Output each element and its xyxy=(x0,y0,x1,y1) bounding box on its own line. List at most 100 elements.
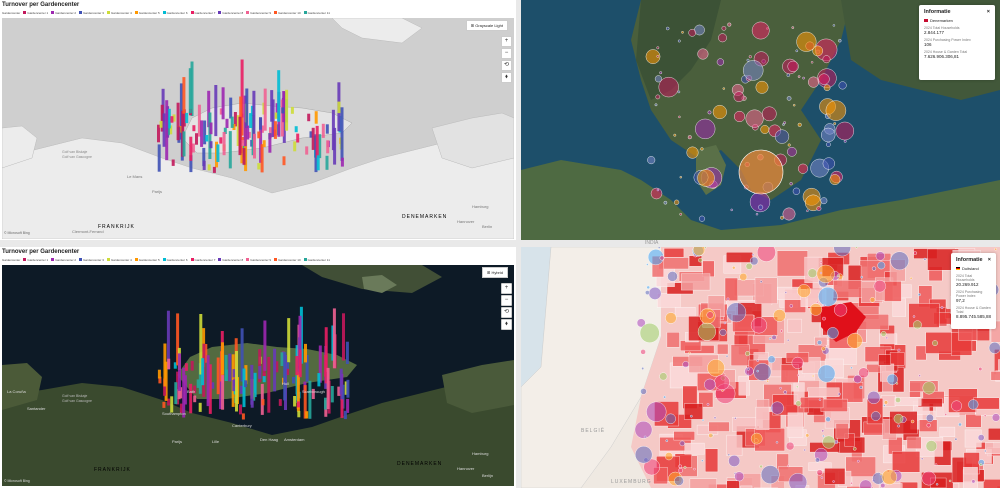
region-patch[interactable] xyxy=(674,307,696,317)
gardencenter-bubble[interactable] xyxy=(879,472,883,476)
gardencenter-bubble[interactable] xyxy=(867,390,881,404)
gardencenter-bubble[interactable] xyxy=(659,71,663,75)
gardencenter-bubble[interactable] xyxy=(766,379,769,383)
turnover-bar[interactable] xyxy=(242,148,246,165)
region-patch[interactable] xyxy=(878,354,891,366)
gardencenter-bubble[interactable] xyxy=(768,337,772,340)
gardencenter-bubble[interactable] xyxy=(785,441,795,451)
region-patch[interactable] xyxy=(983,479,1000,488)
gardencenter-bubble[interactable] xyxy=(991,413,1000,422)
gardencenter-bubble[interactable] xyxy=(846,333,863,349)
gardencenter-bubble[interactable] xyxy=(881,469,898,485)
gardencenter-bubble[interactable] xyxy=(665,413,676,425)
gardencenter-bubble[interactable] xyxy=(739,272,748,281)
legend-item[interactable]: Gardencenter 3 xyxy=(79,11,104,15)
gardencenter-bubble[interactable] xyxy=(818,73,830,85)
gardencenter-bubble[interactable] xyxy=(822,434,825,438)
gardencenter-bubble[interactable] xyxy=(820,476,824,479)
gardencenter-bubble[interactable] xyxy=(716,58,725,66)
gardencenter-bubble[interactable] xyxy=(782,123,785,126)
gardencenter-bubble[interactable] xyxy=(697,322,716,341)
gardencenter-bubble[interactable] xyxy=(678,115,681,119)
region-patch[interactable] xyxy=(884,281,902,302)
turnover-bar[interactable] xyxy=(342,313,345,361)
gardencenter-bubble[interactable] xyxy=(855,247,858,249)
legend-item[interactable]: Gardencenter 5 xyxy=(134,258,160,262)
turnover-bar[interactable] xyxy=(165,100,169,161)
gardencenter-bubble[interactable] xyxy=(701,459,704,462)
turnover-bar[interactable] xyxy=(242,368,246,408)
turnover-bar[interactable] xyxy=(241,140,245,146)
gardencenter-bubble[interactable] xyxy=(832,480,835,483)
gardencenter-bubble[interactable] xyxy=(703,378,716,391)
region-patch[interactable] xyxy=(726,434,743,456)
gardencenter-bubble[interactable] xyxy=(775,441,779,444)
close-icon[interactable]: × xyxy=(987,9,990,15)
region-patch[interactable] xyxy=(915,345,927,361)
region-patch[interactable] xyxy=(725,251,753,263)
turnover-bar[interactable] xyxy=(176,102,180,141)
gardencenter-bubble[interactable] xyxy=(895,382,899,385)
region-patch[interactable] xyxy=(684,403,704,420)
turnover-bar[interactable] xyxy=(170,116,174,123)
gardencenter-bubble[interactable] xyxy=(665,26,670,31)
turnover-bar[interactable] xyxy=(209,141,213,149)
gardencenter-bubble[interactable] xyxy=(759,280,763,283)
turnover-bar[interactable] xyxy=(184,363,188,371)
turnover-bar[interactable] xyxy=(246,125,250,140)
gardencenter-bubble[interactable] xyxy=(829,174,841,186)
gardencenter-bubble[interactable] xyxy=(673,133,677,137)
turnover-bar[interactable] xyxy=(293,396,297,407)
turnover-bar[interactable] xyxy=(326,367,330,409)
gardencenter-bubble[interactable] xyxy=(853,374,862,384)
gardencenter-bubble[interactable] xyxy=(806,209,809,213)
gardencenter-bubble[interactable] xyxy=(925,440,938,452)
gardencenter-bubble[interactable] xyxy=(940,306,944,309)
turnover-bar[interactable] xyxy=(305,411,309,419)
gardencenter-bubble[interactable] xyxy=(825,142,831,147)
region-patch[interactable] xyxy=(708,421,730,432)
gardencenter-bubble[interactable] xyxy=(917,293,921,297)
gardencenter-bubble[interactable] xyxy=(654,103,658,107)
region-patch[interactable] xyxy=(917,398,943,408)
turnover-bar[interactable] xyxy=(216,357,220,395)
turnover-bar[interactable] xyxy=(330,386,334,403)
gardencenter-bubble[interactable] xyxy=(738,149,784,195)
gardencenter-bubble[interactable] xyxy=(834,303,848,317)
gardencenter-bubble[interactable] xyxy=(708,433,714,438)
gardencenter-bubble[interactable] xyxy=(697,169,715,187)
gardencenter-bubble[interactable] xyxy=(700,147,704,151)
turnover-bar[interactable] xyxy=(190,360,194,371)
gardencenter-bubble[interactable] xyxy=(733,91,745,102)
turnover-bar[interactable] xyxy=(235,351,238,412)
gardencenter-bubble[interactable] xyxy=(809,303,823,316)
turnover-bar[interactable] xyxy=(293,141,297,152)
turnover-bar[interactable] xyxy=(174,382,178,405)
gardencenter-bubble[interactable] xyxy=(688,351,691,355)
turnover-bar[interactable] xyxy=(307,113,311,122)
gardencenter-bubble[interactable] xyxy=(756,359,759,362)
legend-item[interactable]: Gardencenter 9 xyxy=(246,258,271,262)
gardencenter-bubble[interactable] xyxy=(918,374,921,377)
gardencenter-bubble[interactable] xyxy=(971,479,976,484)
turnover-bar[interactable] xyxy=(270,90,274,122)
turnover-bar[interactable] xyxy=(268,133,272,153)
gardencenter-bubble[interactable] xyxy=(808,76,820,88)
gardencenter-bubble[interactable] xyxy=(944,413,948,416)
zoom-out-button[interactable]: − xyxy=(501,48,512,59)
gardencenter-bubble[interactable] xyxy=(634,445,653,464)
gardencenter-bubble[interactable] xyxy=(732,266,736,270)
zoom-in-button[interactable]: + xyxy=(501,36,512,47)
gardencenter-bubble[interactable] xyxy=(836,274,840,277)
gardencenter-bubble[interactable] xyxy=(658,76,679,98)
gardencenter-bubble[interactable] xyxy=(745,351,751,357)
gardencenter-bubble[interactable] xyxy=(795,49,799,53)
gardencenter-bubble[interactable] xyxy=(755,80,769,94)
legend-item[interactable]: Gardencenter 6 xyxy=(162,11,188,15)
map-style-button[interactable]: ⊞ Hybrid xyxy=(481,267,508,278)
legend-item[interactable]: Gardencenter 3 xyxy=(79,258,104,262)
turnover-bar[interactable] xyxy=(206,355,210,407)
zoom-out-button[interactable]: − xyxy=(501,295,512,306)
region-patch[interactable] xyxy=(777,286,801,300)
region-patch[interactable] xyxy=(824,468,846,485)
